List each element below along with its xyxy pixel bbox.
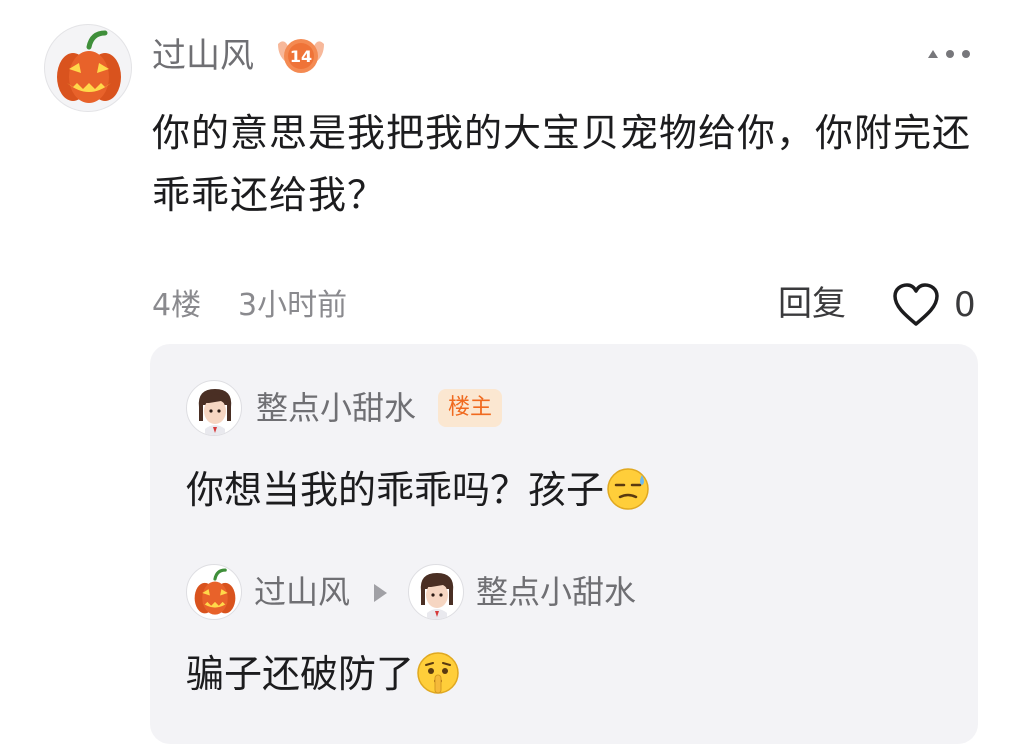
user-level-number: 14 [289, 46, 313, 66]
commenter-username[interactable]: 过山风 [152, 33, 254, 79]
reply-author-avatar[interactable] [186, 380, 242, 436]
heart-icon[interactable] [892, 282, 940, 328]
reply-target-name[interactable]: 整点小甜水 [476, 570, 636, 614]
reply-text: 你想当我的乖乖吗？孩子 [186, 462, 650, 518]
reply-text-content: 骗子还破防了 [186, 652, 415, 696]
floor-number: 4楼 [152, 288, 202, 323]
comment-timestamp: 3小时前 [238, 288, 348, 323]
reply-text-content: 你想当我的乖乖吗？孩子 [186, 468, 605, 512]
reply-author-name[interactable]: 整点小甜水 [256, 386, 416, 430]
sweat-face-emoji-icon [607, 468, 649, 510]
comment-body: 你的意思是我把我的大宝贝宠物给你，你附完还乖乖还给我？ [152, 111, 972, 217]
user-level-badge: 14 [274, 34, 328, 78]
pumpkin-avatar-icon [194, 568, 236, 615]
commenter-avatar[interactable] [44, 24, 132, 112]
reply-author-name[interactable]: 过山风 [254, 570, 350, 614]
girl-avatar-icon [198, 389, 232, 435]
pumpkin-avatar-icon [57, 30, 121, 103]
like-count: 0 [954, 285, 976, 325]
reply-text: 骗子还破防了 [186, 646, 460, 702]
reply-to-arrow-icon [374, 584, 387, 602]
girl-avatar-icon [420, 573, 454, 619]
shush-face-emoji-icon [417, 652, 459, 694]
reply-author-avatar[interactable] [186, 564, 242, 620]
more-options-button[interactable] [928, 42, 970, 66]
more-dot [946, 50, 954, 58]
reply-target-avatar[interactable] [408, 564, 464, 620]
reply-button[interactable]: 回复 [778, 280, 846, 328]
more-options-icon [928, 50, 938, 58]
thread-owner-badge: 楼主 [438, 389, 503, 427]
more-dot [962, 50, 970, 58]
